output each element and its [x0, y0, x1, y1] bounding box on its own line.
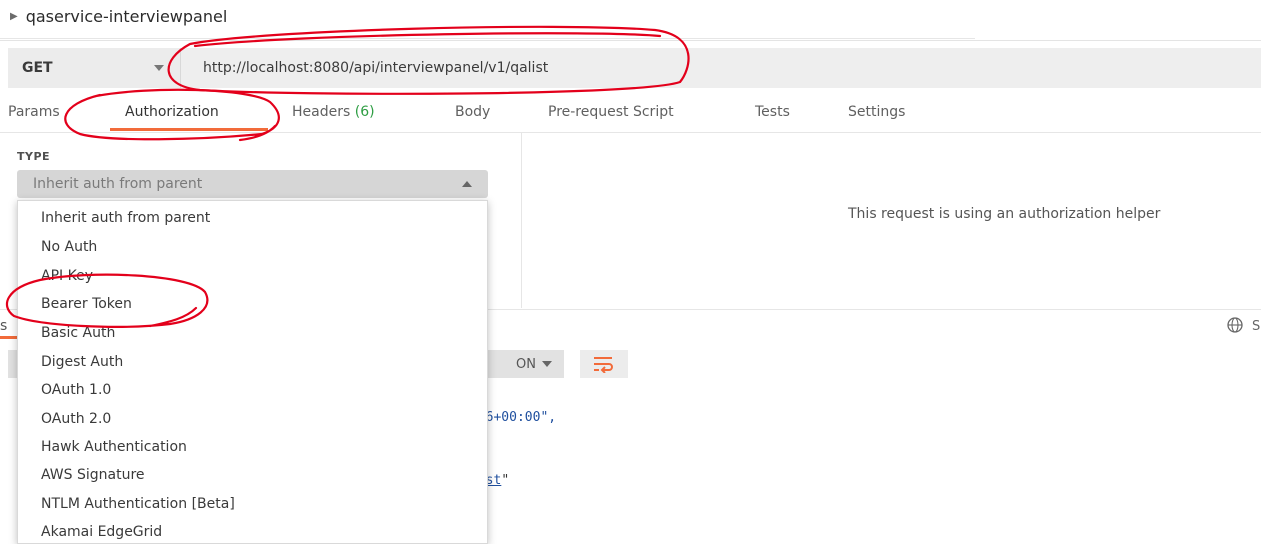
url-value: http://localhost:8080/api/interviewpanel…	[203, 60, 549, 76]
chevron-up-icon	[462, 181, 472, 187]
auth-type-label: TYPE	[17, 150, 51, 163]
menu-item-hawk-auth[interactable]: Hawk Authentication	[41, 439, 187, 455]
tab-headers[interactable]: Headers (6)	[292, 104, 375, 120]
collection-header[interactable]: ▶ qaservice-interviewpanel	[10, 7, 227, 26]
tab-params[interactable]: Params	[8, 104, 60, 120]
menu-item-oauth-2[interactable]: OAuth 2.0	[41, 411, 111, 427]
tab-authorization[interactable]: Authorization	[125, 104, 219, 120]
url-input[interactable]: http://localhost:8080/api/interviewpanel…	[180, 48, 1261, 88]
response-format-select[interactable]: ON	[480, 350, 564, 378]
wrap-lines-button[interactable]	[580, 350, 628, 378]
tab-tests[interactable]: Tests	[755, 104, 790, 120]
pane-divider	[521, 132, 522, 308]
response-status: S	[1252, 319, 1261, 334]
menu-item-basic-auth[interactable]: Basic Auth	[41, 325, 115, 341]
menu-item-api-key[interactable]: API Key	[41, 268, 93, 284]
tab-body[interactable]: Body	[455, 104, 490, 120]
wrap-lines-icon	[594, 357, 613, 373]
response-tab[interactable]: s	[0, 318, 7, 334]
menu-item-ntlm-auth[interactable]: NTLM Authentication [Beta]	[41, 496, 235, 512]
triangle-right-icon[interactable]: ▶	[10, 11, 18, 22]
tab-settings[interactable]: Settings	[848, 104, 905, 120]
method-select[interactable]: GET	[8, 48, 176, 88]
auth-helper-text: This request is using an authorization h…	[848, 206, 1161, 222]
method-value: GET	[22, 60, 53, 76]
headers-count-badge: (6)	[354, 104, 375, 120]
menu-item-digest-auth[interactable]: Digest Auth	[41, 354, 123, 370]
divider	[0, 40, 1261, 41]
auth-type-select[interactable]: Inherit auth from parent	[17, 170, 488, 198]
menu-item-oauth-1[interactable]: OAuth 1.0	[41, 382, 111, 398]
divider	[0, 38, 975, 39]
menu-item-aws-signature[interactable]: AWS Signature	[41, 467, 145, 483]
tab-headers-label: Headers	[292, 104, 351, 120]
collection-title: qaservice-interviewpanel	[25, 7, 228, 26]
code-quote: "	[501, 473, 510, 488]
auth-type-value: Inherit auth from parent	[33, 176, 203, 192]
tab-pre-request-script[interactable]: Pre-request Script	[548, 104, 674, 120]
menu-item-bearer-token[interactable]: Bearer Token	[41, 296, 132, 312]
active-tab-indicator	[0, 336, 17, 339]
globe-icon[interactable]	[1226, 316, 1244, 334]
chevron-down-icon	[154, 65, 164, 71]
active-tab-indicator	[110, 128, 268, 131]
menu-item-no-auth[interactable]: No Auth	[41, 239, 97, 255]
chevron-down-icon	[542, 361, 552, 367]
menu-item-akamai-edgegrid[interactable]: Akamai EdgeGrid	[41, 524, 162, 540]
format-value: ON	[516, 356, 536, 372]
menu-item-inherit-auth[interactable]: Inherit auth from parent	[41, 210, 210, 226]
